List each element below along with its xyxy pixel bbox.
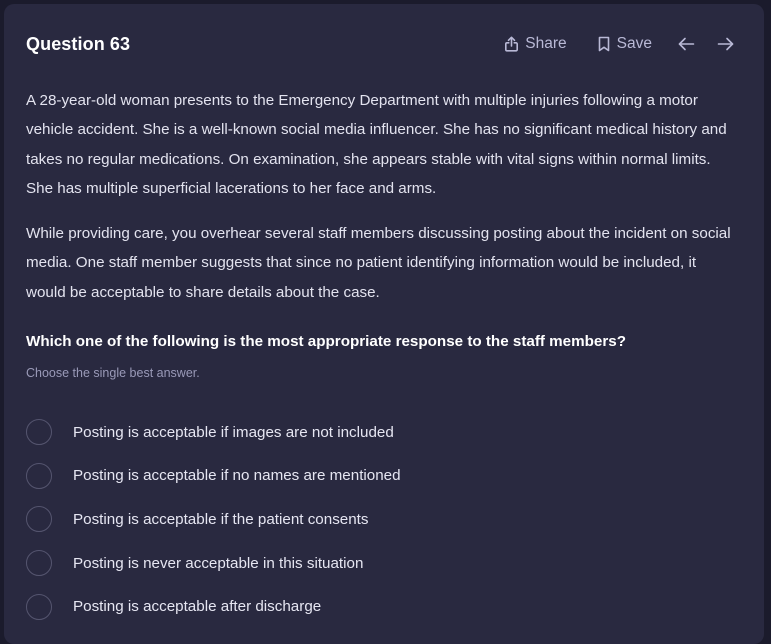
radio-button[interactable] — [26, 419, 52, 445]
answer-option-label: Posting is acceptable if the patient con… — [73, 510, 369, 528]
next-question-button[interactable] — [717, 37, 734, 51]
save-label: Save — [616, 35, 652, 52]
question-header: Question 63 Share Save — [26, 32, 734, 56]
question-stem: A 28-year-old woman presents to the Emer… — [26, 86, 734, 307]
question-card: Question 63 Share Save A 28-year-old wom… — [4, 4, 764, 644]
bookmark-icon — [597, 36, 611, 52]
previous-question-button[interactable] — [678, 37, 695, 51]
answer-option-label: Posting is acceptable after discharge — [73, 598, 322, 616]
answer-options: Posting is acceptable if images are not … — [26, 417, 726, 635]
answer-option[interactable]: Posting is acceptable after discharge — [26, 592, 726, 622]
radio-button[interactable] — [26, 462, 52, 489]
radio-button[interactable] — [26, 593, 52, 620]
answer-instruction: Choose the single best answer. — [26, 366, 200, 380]
answer-option[interactable]: Posting is acceptable if no names are me… — [26, 461, 726, 491]
arrow-right-icon — [717, 37, 734, 51]
stem-paragraph: A 28-year-old woman presents to the Emer… — [26, 92, 727, 197]
arrow-left-icon — [678, 37, 695, 51]
answer-option[interactable]: Posting is acceptable if images are not … — [26, 417, 726, 447]
stem-paragraph: While providing care, you overhear sever… — [26, 225, 731, 301]
radio-button[interactable] — [26, 506, 52, 533]
share-icon — [504, 36, 519, 52]
answer-option-label: Posting is acceptable if no names are me… — [73, 467, 401, 485]
radio-button[interactable] — [26, 550, 52, 577]
share-button[interactable]: Share — [504, 35, 567, 53]
answer-option-label: Posting is acceptable if images are not … — [73, 423, 394, 441]
question-title: Question 63 — [26, 33, 131, 54]
answer-option-label: Posting is never acceptable in this situ… — [73, 554, 364, 572]
answer-option[interactable]: Posting is never acceptable in this situ… — [26, 548, 726, 578]
header-actions: Share Save — [504, 35, 734, 53]
answer-option[interactable]: Posting is acceptable if the patient con… — [26, 504, 726, 534]
share-label: Share — [525, 35, 567, 52]
question-prompt: Which one of the following is the most a… — [26, 333, 626, 350]
save-button[interactable]: Save — [597, 35, 652, 53]
